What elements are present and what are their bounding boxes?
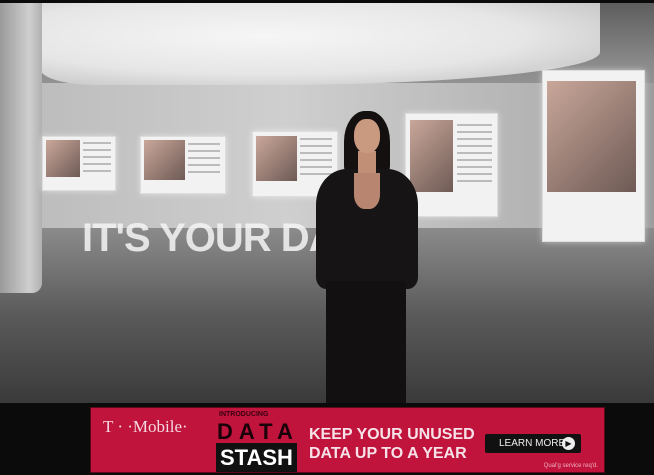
- tv-ad-scene: IT'S YOUR DATA.: [0, 3, 654, 403]
- tagline: KEEP YOUR UNUSED DATA UP TO A YEAR: [309, 425, 475, 463]
- learn-more-button[interactable]: LEARN MORE ▶: [485, 434, 581, 453]
- tagline-line2: DATA UP TO A YEAR: [309, 445, 467, 462]
- learn-more-label: LEARN MORE: [499, 438, 566, 449]
- product-name-line1: DATA: [217, 419, 299, 444]
- social-post-panel: [140, 136, 226, 194]
- social-post-panel: [42, 136, 116, 191]
- pillar: [0, 3, 42, 293]
- social-post-panel: [542, 70, 645, 242]
- ceiling-light: [40, 3, 600, 85]
- tagline-line1: KEEP YOUR UNUSED: [309, 426, 475, 443]
- fine-print: Qual'g service req'd.: [543, 463, 598, 469]
- ad-banner[interactable]: T · ·Mobile· INTRODUCING DATA STASH KEEP…: [90, 407, 605, 473]
- product-name-line2: STASH: [216, 443, 297, 472]
- introducing-label: INTRODUCING: [219, 411, 269, 418]
- play-arrow-circle-icon: ▶: [562, 437, 575, 450]
- tmobile-logo: T · ·Mobile·: [103, 417, 188, 436]
- presenter: [312, 111, 422, 403]
